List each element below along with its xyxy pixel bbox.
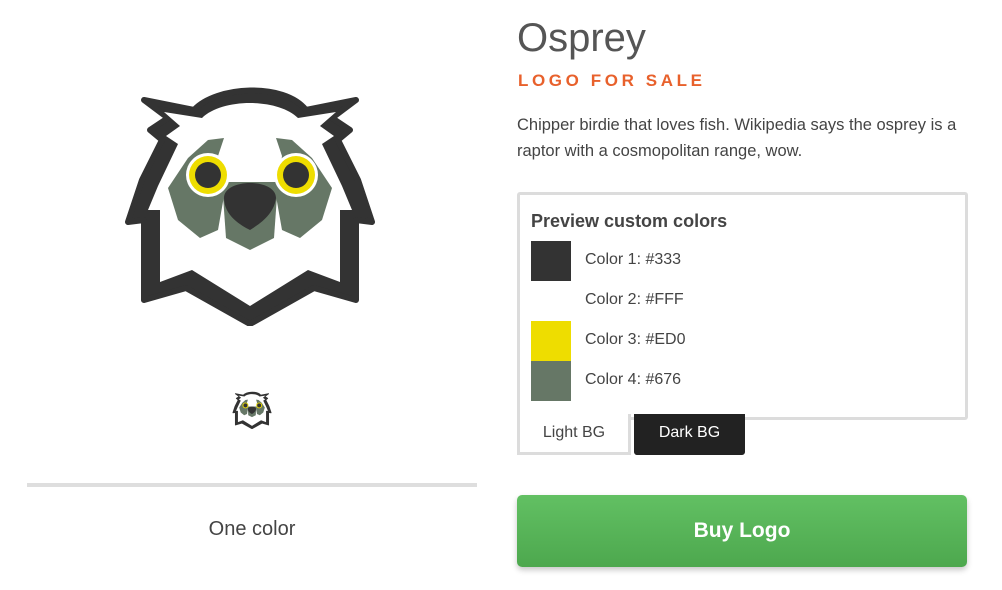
color-label-1: Color 1: #333 — [585, 251, 682, 268]
osprey-logo-large-icon — [125, 87, 375, 326]
color-swatch-2[interactable] — [531, 281, 571, 321]
right-eye-pupil — [283, 162, 309, 188]
light-bg-tab[interactable]: Light BG — [517, 414, 631, 455]
color-swatch-3[interactable] — [531, 321, 571, 361]
color-preview-box: Preview custom colors Color 1: #333 Colo… — [517, 192, 968, 420]
buy-logo-button[interactable]: Buy Logo — [517, 495, 967, 567]
logo-preview-panel: One color — [0, 0, 500, 590]
logo-title: Osprey — [517, 16, 646, 60]
logo-description: Chipper birdie that loves fish. Wikipedi… — [517, 116, 957, 160]
color-row-3: Color 3: #ED0 — [531, 321, 831, 361]
logo-for-sale-tag: LOGO FOR SALE — [518, 71, 706, 90]
color-label-4: Color 4: #676 — [585, 371, 682, 388]
logo-info-panel: Osprey LOGO FOR SALE Chipper birdie that… — [517, 0, 968, 590]
color-swatch-1[interactable] — [531, 241, 571, 281]
color-label-3: Color 3: #ED0 — [585, 331, 686, 348]
color-swatch-4[interactable] — [531, 361, 571, 401]
left-eye-pupil — [195, 162, 221, 188]
dark-bg-tab[interactable]: Dark BG — [634, 414, 745, 455]
variant-divider — [27, 483, 477, 487]
color-row-2: Color 2: #FFF — [531, 281, 831, 321]
preview-title: Preview custom colors — [531, 211, 728, 231]
one-color-variant-label[interactable]: One color — [27, 518, 477, 541]
color-label-2: Color 2: #FFF — [585, 291, 684, 308]
color-row-4: Color 4: #676 — [531, 361, 831, 401]
color-row-1: Color 1: #333 — [531, 241, 831, 281]
osprey-logo-small-icon[interactable] — [232, 389, 272, 429]
